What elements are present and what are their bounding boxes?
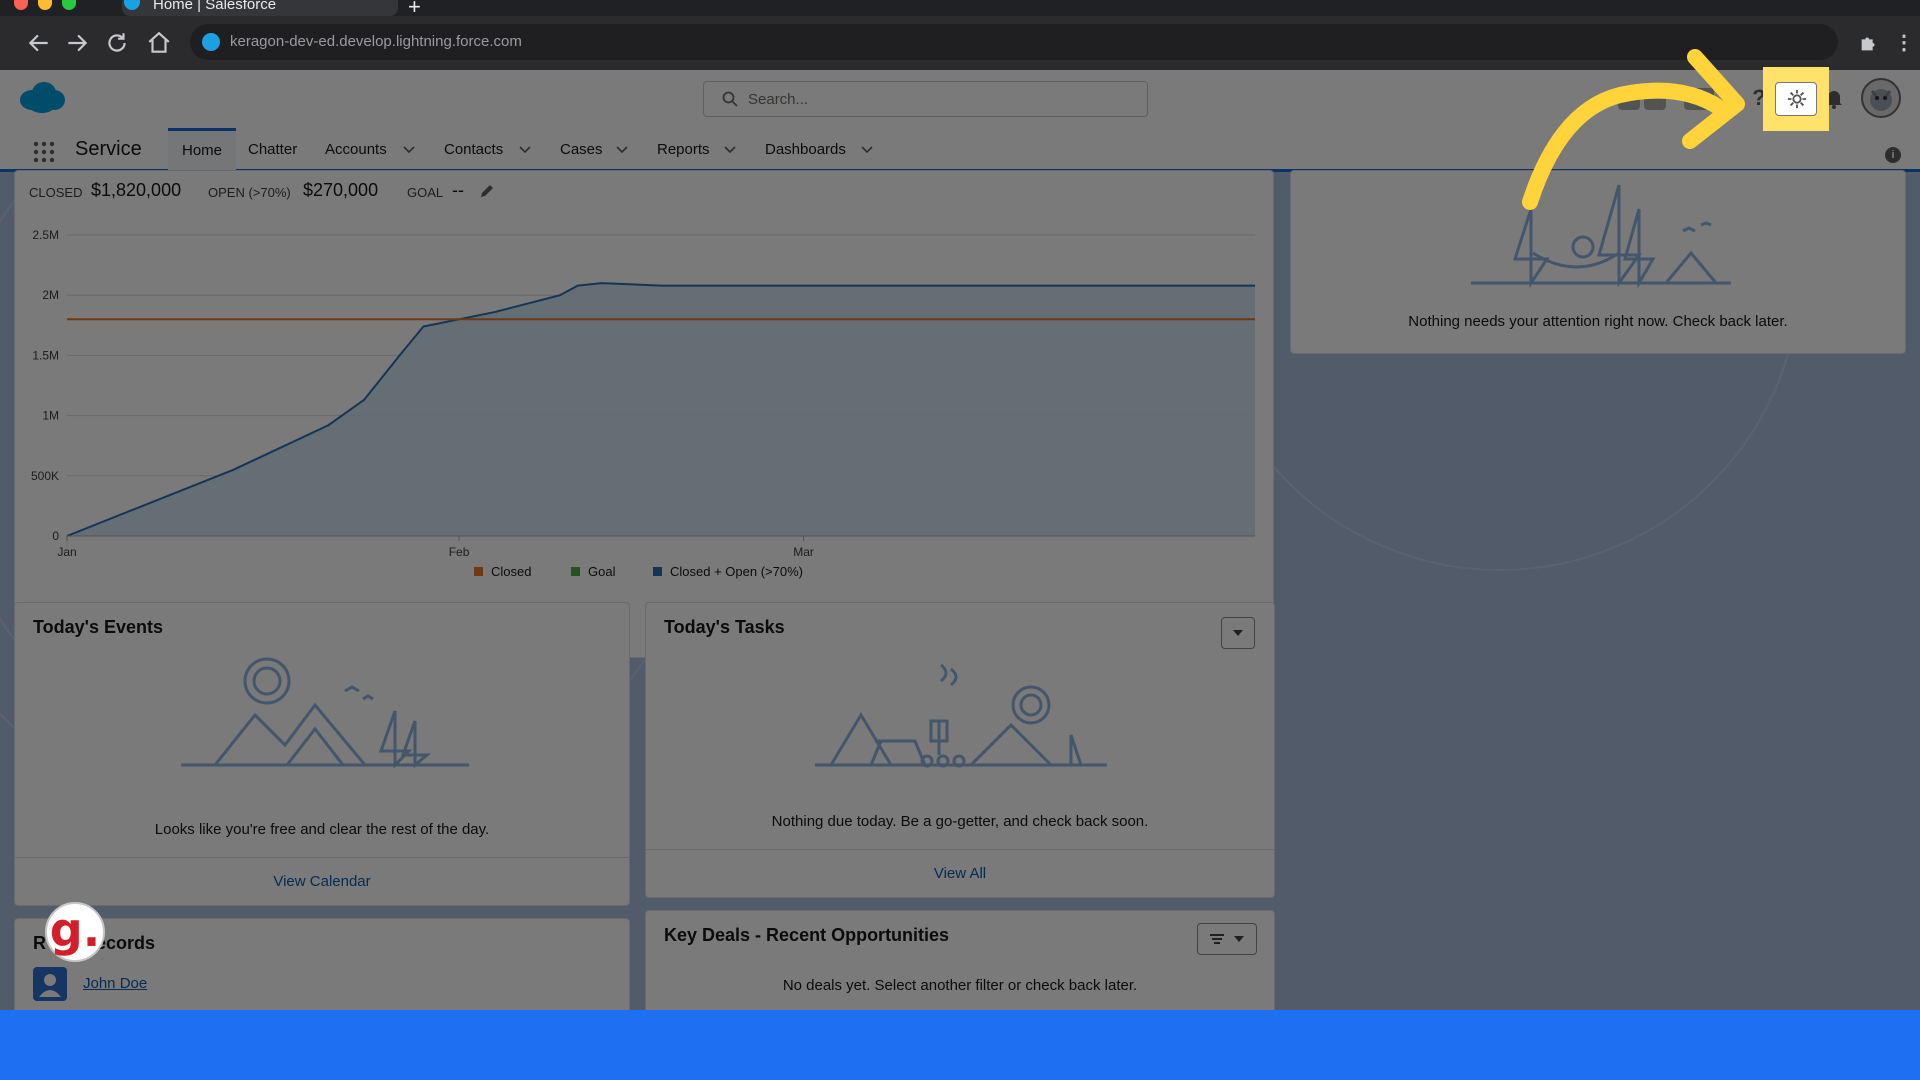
close-window-button[interactable]: [14, 0, 28, 10]
setup-gear-button-highlighted[interactable]: [1775, 82, 1817, 116]
dashboards-chevron-down-icon[interactable]: [860, 142, 874, 156]
address-url[interactable]: keragon-dev-ed.develop.lightning.force.c…: [230, 33, 522, 50]
legend-closed-label: Closed: [491, 564, 532, 579]
events-message: Looks like you're free and clear the res…: [154, 821, 490, 838]
y-tick-label: 1.5M: [32, 348, 59, 362]
y-tick-label: 2M: [42, 288, 59, 302]
reload-button[interactable]: [104, 30, 130, 56]
home-button[interactable]: [146, 30, 172, 56]
tasks-message: Nothing due today. Be a go-getter, and c…: [771, 813, 1149, 830]
recent-record-link[interactable]: John Doe: [83, 975, 147, 992]
campfire-illustration-icon: [815, 663, 1107, 768]
global-search-input[interactable]: Search...: [703, 81, 1148, 117]
legend-goal-label: Goal: [588, 564, 616, 579]
extensions-icon[interactable]: [1858, 32, 1880, 59]
closed-open-area: [67, 283, 1255, 536]
app-name: Service: [75, 138, 142, 160]
records-title-start: R: [33, 933, 46, 953]
salesforce-logo-icon[interactable]: [18, 80, 66, 114]
search-icon: [722, 91, 738, 107]
favorites-list-icon[interactable]: [1644, 88, 1666, 110]
x-tick-label: Mar: [793, 545, 814, 559]
reload-icon: [108, 33, 126, 52]
key-deals-card: Key Deals - Recent Opportunities No deal…: [645, 910, 1275, 1010]
nav-tab-contacts[interactable]: Contacts: [444, 128, 503, 172]
site-favicon-icon: [202, 33, 220, 51]
contacts-chevron-down-icon[interactable]: [518, 142, 532, 156]
nav-tab-reports[interactable]: Reports: [657, 128, 710, 172]
minimize-window-button[interactable]: [38, 0, 52, 10]
browser-toolbar: keragon-dev-ed.develop.lightning.force.c…: [0, 16, 1920, 70]
browser-tabstrip: Home | Salesforce +: [0, 0, 1920, 19]
app-launcher-waffle-icon[interactable]: [32, 140, 56, 164]
y-tick-label: 0: [52, 529, 59, 543]
legend-closed-open-swatch: [653, 567, 662, 576]
deals-filter-dropdown-button[interactable]: [1197, 923, 1257, 955]
camping-tent-illustration-icon: [181, 657, 469, 769]
address-bar[interactable]: keragon-dev-ed.develop.lightning.force.c…: [190, 24, 1838, 60]
nav-tab-dashboards[interactable]: Dashboards: [765, 128, 846, 172]
global-actions-icon[interactable]: [1684, 88, 1714, 110]
tab-title[interactable]: Home | Salesforce: [153, 0, 276, 13]
back-arrow-icon: [28, 34, 48, 52]
view-calendar-link[interactable]: View Calendar: [15, 857, 629, 905]
maximize-window-button[interactable]: [62, 0, 76, 10]
tasks-title: Today's Tasks: [664, 617, 785, 637]
todays-tasks-card: Today's Tasks Nothing due today. Be a go…: [645, 602, 1275, 898]
contact-icon: [33, 967, 67, 1001]
performance-chart: 2.5M 2M 1.5M 1M 500K 0 Jan Feb Mar: [31, 228, 1255, 559]
x-tick-label: Feb: [449, 545, 470, 559]
legend-goal[interactable]: Goal: [571, 564, 615, 579]
records-title-end: ecords: [96, 933, 156, 953]
tasks-filter-dropdown-button[interactable]: [1221, 617, 1255, 649]
deals-title: Key Deals - Recent Opportunities: [664, 925, 950, 945]
forward-arrow-icon: [68, 34, 88, 52]
x-tick-label: Jan: [57, 545, 76, 559]
performance-chart-card: CLOSED $1,820,000 OPEN (>70%) $270,000 G…: [14, 170, 1274, 658]
legend-goal-swatch: [571, 567, 580, 576]
user-avatar[interactable]: [1861, 78, 1901, 118]
nav-tab-cases[interactable]: Cases: [560, 128, 603, 172]
deals-message: No deals yet. Select another filter or c…: [782, 977, 1138, 994]
favorites-icon[interactable]: [1618, 88, 1640, 110]
y-tick-label: 500K: [31, 469, 59, 483]
browser-menu-icon[interactable]: ⋮: [1894, 30, 1914, 55]
global-header: Search... ?: [0, 70, 1920, 128]
view-all-tasks-link[interactable]: View All: [646, 849, 1274, 897]
y-tick-label: 1M: [42, 409, 59, 423]
assistant-message: Nothing needs your attention right now. …: [1408, 313, 1788, 330]
salesforce-app: Search... ? Service Home Chatter Account…: [0, 70, 1920, 1010]
legend-closed-open[interactable]: Closed + Open (>70%): [653, 564, 803, 579]
events-title: Today's Events: [33, 617, 163, 637]
astro-avatar-icon: [1870, 89, 1892, 111]
badge-letter: g.: [49, 903, 101, 957]
recent-records-card: Records John Doe: [14, 918, 630, 1010]
cases-chevron-down-icon[interactable]: [615, 142, 629, 156]
todays-events-card: Today's Events Looks like you're free an…: [14, 602, 630, 906]
back-button[interactable]: [26, 30, 52, 56]
nav-tab-home[interactable]: Home: [168, 128, 236, 172]
forward-button[interactable]: [64, 30, 90, 56]
info-icon[interactable]: i: [1885, 147, 1901, 163]
nav-tab-chatter[interactable]: Chatter: [248, 128, 297, 172]
assistant-card: Nothing needs your attention right now. …: [1290, 170, 1906, 354]
guidde-badge[interactable]: g.: [45, 902, 105, 962]
legend-closed-open-label: Closed + Open (>70%): [670, 564, 803, 579]
camping-hammock-illustration-icon: [1471, 184, 1731, 289]
reports-chevron-down-icon[interactable]: [723, 142, 737, 156]
legend-closed-swatch: [474, 567, 483, 576]
nav-tab-accounts[interactable]: Accounts: [325, 128, 387, 172]
filter-sort-icon: [1210, 934, 1244, 944]
accounts-chevron-down-icon[interactable]: [402, 142, 416, 156]
bottom-band: [0, 1010, 1920, 1080]
caret-down-icon: [1233, 630, 1243, 636]
app-navigation-bar: Service Home Chatter Accounts Contacts C…: [0, 128, 1920, 172]
legend-closed[interactable]: Closed: [474, 564, 531, 579]
y-tick-label: 2.5M: [32, 228, 59, 242]
home-icon: [148, 31, 170, 53]
search-placeholder: Search...: [748, 91, 809, 108]
gear-icon: [1787, 89, 1807, 109]
